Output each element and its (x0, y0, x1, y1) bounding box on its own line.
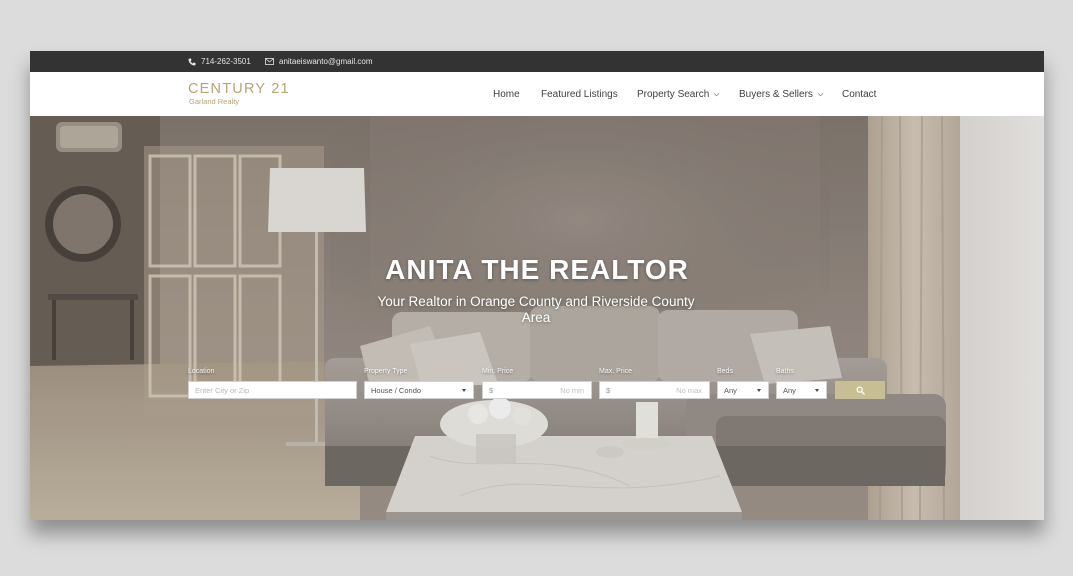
nav-label: Featured Listings (541, 88, 618, 100)
beds-select[interactable]: Any (717, 381, 769, 399)
baths-select[interactable]: Any (776, 381, 827, 399)
nav-item-home[interactable]: Home (493, 72, 520, 116)
min-price-input[interactable]: $ No min (482, 381, 592, 399)
beds-value: Any (724, 385, 737, 395)
nav-label: Home (493, 88, 520, 100)
chevron-down-icon (817, 92, 824, 96)
phone-number: 714-262-3501 (201, 57, 251, 66)
envelope-icon (265, 58, 274, 65)
property-search-form: Location Enter City or Zip Property Type… (30, 116, 1044, 520)
search-icon (856, 386, 865, 395)
search-button[interactable] (835, 381, 885, 399)
nav-item-featured-listings[interactable]: Featured Listings (541, 72, 618, 116)
max-price-input[interactable]: $ No max (599, 381, 710, 399)
nav-item-buyers-sellers[interactable]: Buyers & Sellers (739, 72, 824, 116)
logo-brand: CENTURY 21 (188, 81, 290, 97)
email-address: anitaeiswanto@gmail.com (279, 57, 373, 66)
phone-icon (188, 58, 196, 65)
email-link[interactable]: anitaeiswanto@gmail.com (265, 51, 373, 72)
property-type-value: House / Condo (371, 385, 422, 395)
nav-label: Buyers & Sellers (739, 88, 813, 100)
nav-item-property-search[interactable]: Property Search (637, 72, 720, 116)
max-price-placeholder: No max (676, 385, 702, 395)
max-price-prefix: $ (606, 385, 611, 395)
max-price-label: Max. Price (599, 368, 633, 375)
nav-label: Contact (842, 88, 877, 100)
contact-bar: 714-262-3501 anitaeiswanto@gmail.com (30, 51, 1044, 72)
min-price-placeholder: No min (560, 385, 584, 395)
nav-item-contact[interactable]: Contact (842, 72, 876, 116)
beds-label: Beds (717, 368, 733, 375)
nav-label: Property Search (637, 88, 710, 100)
browser-page: 714-262-3501 anitaeiswanto@gmail.com CEN… (30, 51, 1044, 520)
dropdown-caret-icon (815, 389, 819, 392)
century21-logo[interactable]: CENTURY 21 Garland Realty (188, 81, 290, 106)
baths-label: Baths (776, 368, 794, 375)
property-type-select[interactable]: House / Condo (364, 381, 474, 399)
chevron-down-icon (713, 92, 720, 96)
min-price-prefix: $ (489, 385, 494, 395)
phone-link[interactable]: 714-262-3501 (188, 51, 251, 72)
hero-section: ANITA THE REALTOR Your Realtor in Orange… (30, 116, 1044, 520)
site-header: CENTURY 21 Garland Realty Home Featured … (30, 72, 1044, 116)
dropdown-caret-icon (462, 389, 466, 392)
property-type-label: Property Type (364, 368, 408, 375)
location-placeholder: Enter City or Zip (195, 385, 250, 395)
min-price-label: Min. Price (482, 368, 514, 375)
dropdown-caret-icon (757, 389, 761, 392)
logo-subtitle: Garland Realty (189, 97, 240, 106)
location-label: Location (188, 368, 215, 375)
location-input[interactable]: Enter City or Zip (188, 381, 357, 399)
baths-value: Any (783, 385, 796, 395)
